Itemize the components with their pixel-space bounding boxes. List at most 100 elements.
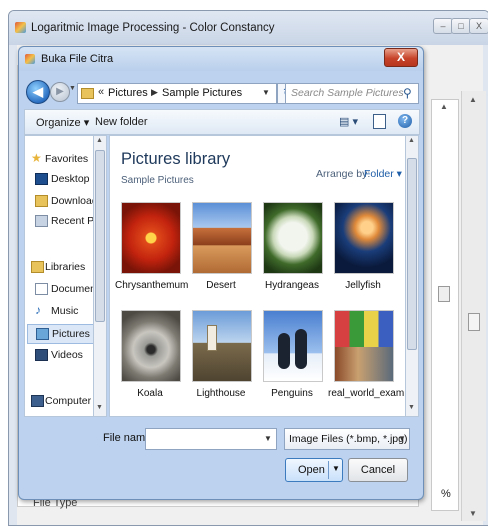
file-item-hydrangeas[interactable]: Hydrangeas [263, 202, 323, 291]
nav-item-videos[interactable]: Videos [25, 346, 99, 364]
percent-label: % [441, 488, 451, 500]
breadcrumb-overflow-icon[interactable]: « [98, 86, 104, 98]
open-file-dialog: Buka File Citra X ◀ ▶ ▼ « Pictures ▶ Sam… [18, 46, 424, 500]
nav-item-libraries[interactable]: Libraries [25, 258, 99, 276]
scroll-down-icon[interactable]: ▼ [96, 404, 103, 411]
file-type-filter-value: Image Files (*.bmp, *.jpg) [289, 433, 408, 445]
nav-label: Computer [45, 395, 92, 407]
address-dropdown-icon[interactable]: ▼ [262, 88, 270, 97]
library-title: Pictures library [121, 150, 231, 168]
back-arrow-icon[interactable]: ◀ [26, 80, 50, 104]
file-name: Chrysanthemum [115, 280, 189, 291]
file-name-input[interactable]: ▼ [145, 428, 277, 450]
nav-label: Music [51, 305, 79, 317]
nav-item-recent-places[interactable]: Recent Plac [25, 212, 101, 230]
nav-pane-scrollbar[interactable]: ▲ ▼ [93, 135, 107, 417]
nav-scroll-thumb[interactable] [95, 150, 105, 322]
dialog-toolbar: Organize ▾ New folder ▤ ▾ ? [24, 109, 420, 135]
forward-arrow-icon[interactable]: ▶ [50, 82, 70, 102]
breadcrumb-separator-icon[interactable]: ▶ [151, 87, 158, 98]
behind-slider-thumb[interactable] [438, 286, 450, 302]
dialog-close-button[interactable]: X [384, 48, 418, 67]
file-item-real-world-exam[interactable]: real_world_exam [328, 310, 404, 399]
dialog-titlebar[interactable]: Buka File Citra X [19, 47, 423, 71]
file-name: Desert [206, 280, 236, 291]
arrange-by-dropdown[interactable]: Folder ▾ [364, 168, 402, 180]
search-input[interactable]: Search Sample Pictures ⚲ [285, 83, 419, 104]
thumbnail-image [334, 202, 394, 274]
documents-icon [35, 283, 48, 295]
thumbnail-image [192, 310, 252, 382]
address-bar[interactable]: « Pictures ▶ Sample Pictures ▼ [77, 83, 277, 104]
open-button[interactable]: Open ▼ [285, 458, 343, 482]
app-icon [15, 22, 26, 33]
star-icon: ★ [31, 151, 42, 165]
file-item-koala[interactable]: Koala [121, 310, 181, 399]
folder-icon [81, 88, 94, 99]
recent-pages-icon[interactable]: ▼ [69, 85, 76, 92]
desktop-icon [35, 173, 48, 185]
minimize-button[interactable]: – [433, 18, 453, 34]
preview-pane-icon[interactable] [373, 114, 386, 129]
scroll-thumb[interactable] [468, 313, 480, 331]
library-pane: Pictures library Sample Pictures Arrange… [109, 135, 409, 417]
thumbnail-image [121, 310, 181, 382]
recent-places-icon [35, 215, 48, 227]
maximize-button[interactable]: □ [451, 18, 471, 34]
breadcrumb-pictures[interactable]: Pictures [108, 87, 148, 99]
scroll-up-icon[interactable]: ▲ [440, 102, 448, 111]
nav-item-downloads[interactable]: Downloads [25, 192, 101, 210]
file-item-jellyfish[interactable]: Jellyfish [334, 202, 394, 291]
cancel-button[interactable]: Cancel [348, 458, 408, 482]
nav-item-computer[interactable]: Computer [25, 392, 99, 410]
file-name: Koala [137, 388, 163, 399]
scroll-down-icon[interactable]: ▼ [408, 404, 415, 411]
scroll-up-icon[interactable]: ▲ [469, 95, 477, 104]
library-scroll-thumb[interactable] [407, 158, 417, 350]
scroll-down-icon[interactable]: ▼ [469, 509, 477, 518]
library-scrollbar[interactable]: ▲ ▼ [405, 135, 419, 417]
close-button[interactable]: X [469, 18, 488, 34]
file-name: Penguins [271, 388, 313, 399]
help-icon[interactable]: ? [398, 114, 412, 128]
thumbnail-image [334, 310, 394, 382]
open-dropdown-icon[interactable]: ▼ [332, 464, 340, 473]
nav-item-documents[interactable]: Documents [25, 280, 101, 298]
dialog-app-icon [25, 54, 35, 64]
nav-label: Libraries [45, 261, 86, 273]
navigation-pane: ★ Favorites Desktop Downloads Recent Pla… [24, 135, 102, 417]
nav-item-desktop[interactable]: Desktop [25, 170, 99, 188]
scroll-up-icon[interactable]: ▲ [408, 137, 415, 144]
new-folder-button[interactable]: New folder [95, 116, 148, 128]
dialog-title: Buka File Citra [41, 53, 114, 65]
thumbnail-image [121, 202, 181, 274]
thumbnail-image [263, 202, 323, 274]
file-name: Lighthouse [196, 388, 246, 399]
main-scrollbar[interactable]: ▲ ▼ [461, 91, 486, 521]
thumbnail-image [192, 202, 252, 274]
scroll-up-icon[interactable]: ▲ [96, 137, 103, 144]
library-subtitle: Sample Pictures [121, 175, 194, 186]
file-item-penguins[interactable]: Penguins [263, 310, 323, 399]
breadcrumb-sample-pictures[interactable]: Sample Pictures [162, 87, 242, 99]
change-view-icon[interactable]: ▤ ▾ [339, 115, 358, 128]
file-item-desert[interactable]: Desert [192, 202, 252, 291]
nav-item-music[interactable]: ♪ Music [25, 302, 99, 320]
nav-label: Videos [51, 349, 83, 361]
downloads-icon [35, 195, 48, 207]
file-item-lighthouse[interactable]: Lighthouse [192, 310, 252, 399]
nav-item-favorites[interactable]: ★ Favorites [25, 150, 99, 168]
main-window-titlebar[interactable]: Logaritmic Image Processing - Color Cons… [9, 11, 488, 45]
nav-item-pictures[interactable]: Pictures [27, 324, 99, 344]
open-button-label: Open [298, 464, 325, 476]
penguin-shape [295, 329, 307, 369]
filter-dropdown-icon[interactable]: ▼ [398, 434, 406, 443]
thumbnail-lower-band [335, 347, 393, 381]
search-icon[interactable]: ⚲ [403, 86, 412, 100]
file-item-chrysanthemum[interactable]: Chrysanthemum [115, 202, 188, 291]
file-name: real_world_exam [328, 388, 405, 399]
organize-button[interactable]: Organize ▾ [36, 116, 89, 129]
file-name-dropdown-icon[interactable]: ▼ [264, 434, 272, 443]
file-type-filter-select[interactable]: Image Files (*.bmp, *.jpg) ▼ [284, 428, 410, 450]
file-name: Hydrangeas [265, 280, 319, 291]
